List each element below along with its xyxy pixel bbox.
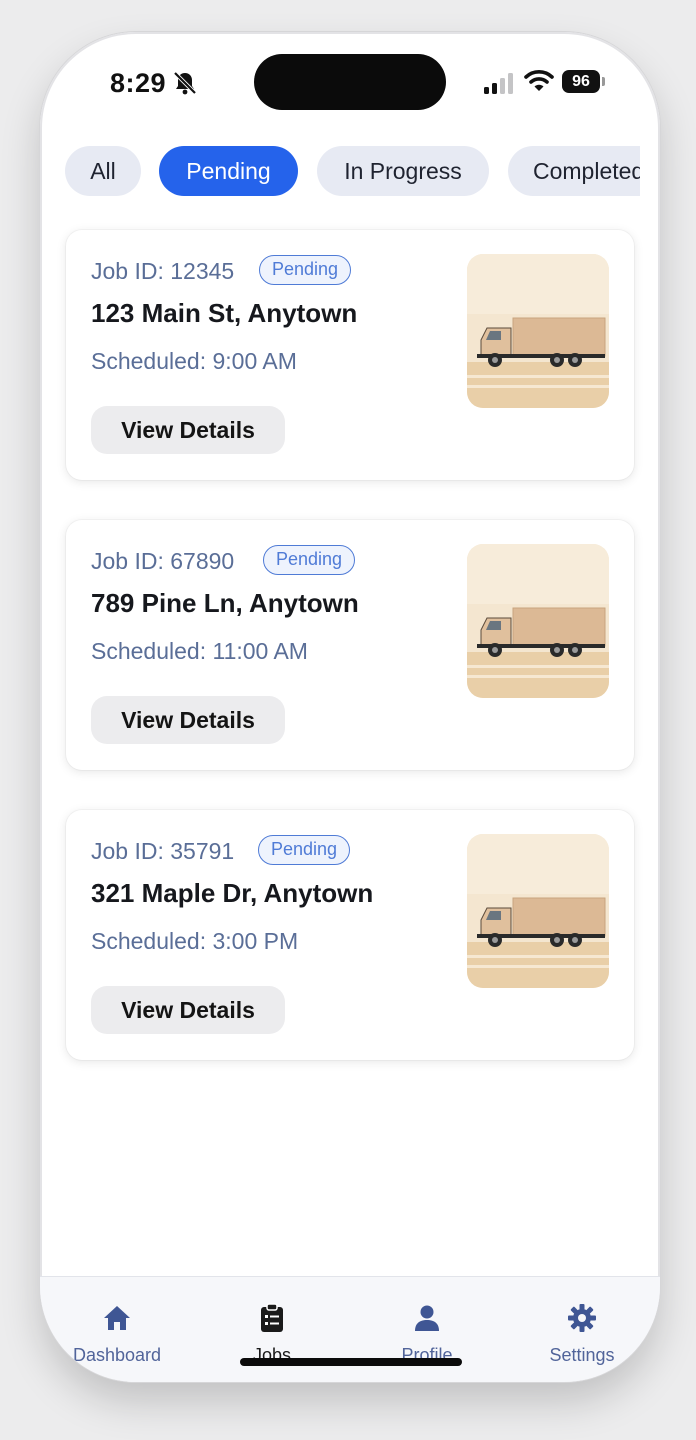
bell-off-icon: [173, 71, 197, 95]
bottom-tab-bar: Dashboard Jobs Profile Settings: [40, 1276, 660, 1382]
tab-settings[interactable]: Settings: [512, 1277, 652, 1382]
filter-tab-pending[interactable]: Pending: [159, 146, 298, 196]
person-icon: [415, 1305, 439, 1331]
battery-level: 96: [562, 70, 600, 93]
home-icon: [104, 1306, 130, 1330]
view-details-button[interactable]: View Details: [91, 986, 285, 1034]
status-badge: Pending: [259, 255, 352, 285]
clipboard-list-icon: [261, 1303, 283, 1332]
job-card[interactable]: Job ID: 12345 Pending 123 Main St, Anyto…: [66, 230, 634, 480]
scheduled-time: Scheduled: 9:00 AM: [91, 348, 297, 374]
job-card[interactable]: Job ID: 35791 Pending 321 Maple Dr, Anyt…: [66, 810, 634, 1060]
filter-tab-in-progress[interactable]: In Progress: [317, 146, 489, 196]
status-time: 8:29: [110, 68, 167, 98]
filter-tab-completed[interactable]: Completed: [508, 146, 640, 196]
battery-icon: 96: [562, 70, 606, 93]
job-address: 789 Pine Ln, Anytown: [91, 588, 359, 618]
truck-image: [467, 544, 609, 698]
job-id: Job ID: 12345: [91, 258, 235, 284]
status-badge: Pending: [263, 545, 356, 575]
tab-label: Dashboard: [72, 1345, 162, 1365]
filter-tabs: All Pending In Progress Completed: [40, 146, 640, 198]
dynamic-island: [254, 54, 446, 110]
signal-icon: [484, 73, 513, 94]
job-id: Job ID: 35791: [91, 838, 235, 864]
view-details-button[interactable]: View Details: [91, 406, 285, 454]
tab-dashboard[interactable]: Dashboard: [47, 1277, 187, 1382]
tab-label: Settings: [549, 1345, 615, 1365]
job-id: Job ID: 67890: [91, 548, 235, 574]
view-details-button[interactable]: View Details: [91, 696, 285, 744]
tab-jobs[interactable]: Jobs: [202, 1277, 342, 1382]
status-badge: Pending: [258, 835, 351, 865]
scheduled-time: Scheduled: 3:00 PM: [91, 928, 299, 954]
home-indicator[interactable]: [240, 1358, 462, 1366]
status-bar: 8:29 96: [40, 32, 660, 132]
gear-icon: [568, 1304, 596, 1332]
truck-image: [467, 834, 609, 988]
job-address: 123 Main St, Anytown: [91, 298, 358, 328]
scheduled-time: Scheduled: 11:00 AM: [91, 638, 308, 664]
tab-profile[interactable]: Profile: [357, 1277, 497, 1382]
truck-image: [467, 254, 609, 408]
phone-screen: 8:29 96 All Pending In Progress Complete…: [40, 32, 660, 1382]
job-card[interactable]: Job ID: 67890 Pending 789 Pine Ln, Anyto…: [66, 520, 634, 770]
filter-tab-all[interactable]: All: [65, 146, 141, 196]
job-address: 321 Maple Dr, Anytown: [91, 878, 374, 908]
wifi-icon: [524, 70, 554, 91]
